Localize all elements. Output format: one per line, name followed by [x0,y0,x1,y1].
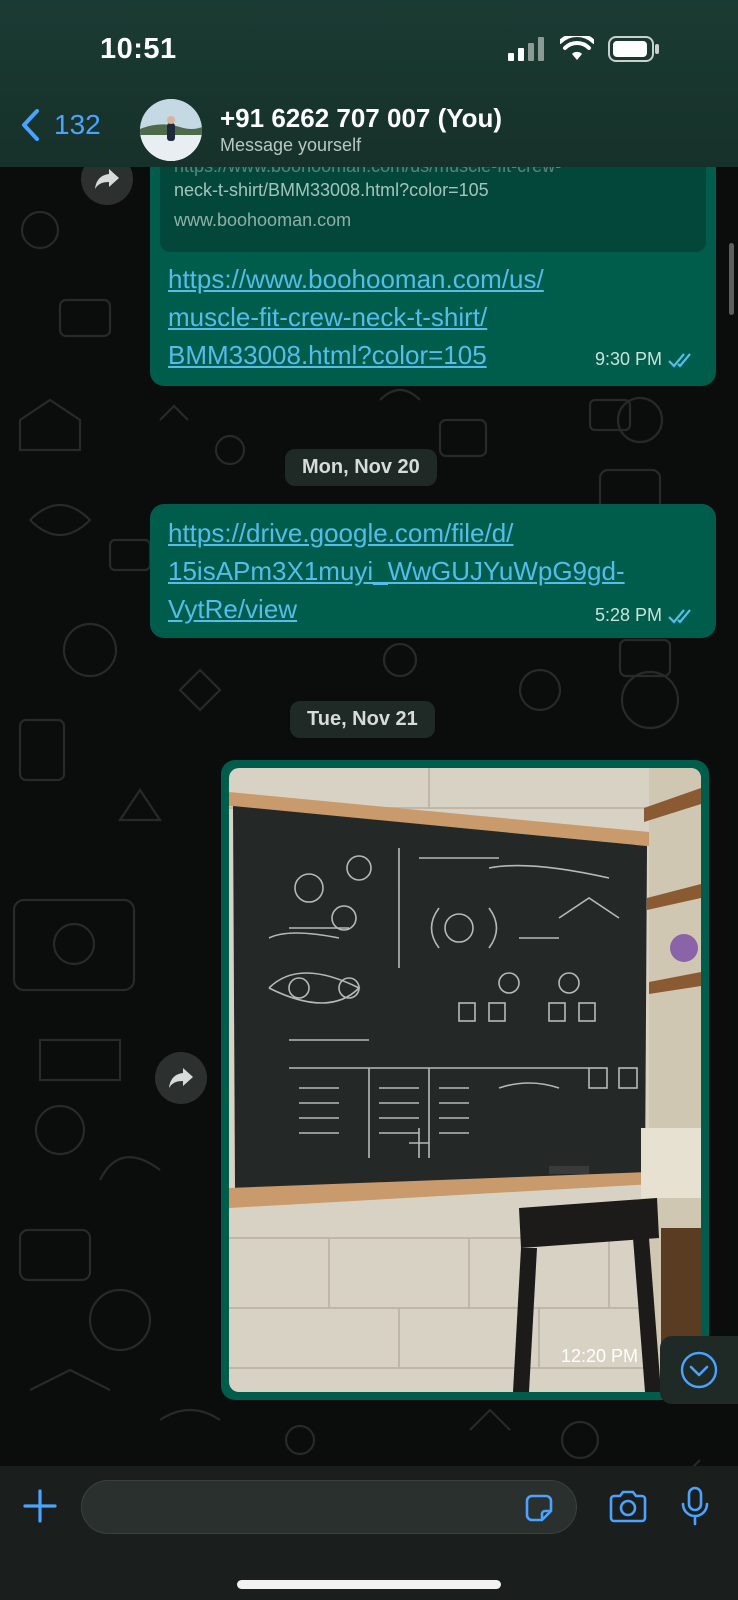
message-link[interactable]: https://www.boohooman.com/us/ muscle-fit… [168,260,544,374]
forward-icon [95,169,119,189]
composer-bar [0,1466,738,1600]
chat-header: 10:51 132 +91 6262 707 007 (You) Message… [0,0,738,167]
message-time: 5:28 PM [594,605,662,625]
status-icons [506,36,660,62]
scroll-to-bottom-button[interactable] [660,1336,738,1404]
message-time: 9:30 PM [594,349,662,369]
battery-icon [608,36,659,62]
message-input[interactable] [81,1480,577,1534]
unread-count: 132 [54,109,101,140]
scrollbar[interactable] [729,243,734,315]
read-ticks-icon [668,352,691,368]
chalkboard-photo[interactable] [229,768,701,1392]
message-meta: 5:28 PM [595,605,696,626]
message-bubble-image[interactable]: 12:20 PM [221,760,709,1400]
message-time: 12:20 PM [561,1346,639,1366]
sticker-button[interactable] [523,1492,555,1529]
signal-icon [508,37,544,61]
camera-button[interactable] [608,1490,648,1529]
home-indicator[interactable] [237,1580,501,1589]
date-chip: Mon, Nov 20 [285,449,437,486]
status-time: 10:51 [100,33,177,65]
wifi-icon [560,36,594,60]
preview-url-line-2: neck-t-shirt/BMM33008.html?color=105 [174,180,489,200]
contact-subtitle: Message yourself [220,135,362,155]
forward-button[interactable] [155,1052,207,1104]
message-bubble-link-1[interactable]: https://www.boohooman.com/us/muscle-fit-… [150,150,716,386]
chevron-left-icon [22,109,39,141]
message-bubble-link-2[interactable]: https://drive.google.com/file/d/ 15isAPm… [150,504,716,638]
microphone-icon [681,1486,709,1526]
back-button[interactable]: 132 [20,108,101,142]
sticker-icon [525,1494,553,1522]
preview-domain: www.boohooman.com [174,210,352,230]
microphone-button[interactable] [680,1486,710,1531]
plus-icon [23,1489,57,1523]
chevron-down-icon [680,1351,718,1389]
message-meta: 12:20 PM [561,1346,638,1367]
read-ticks-icon [668,608,691,624]
attach-button[interactable] [22,1488,58,1529]
message-link[interactable]: https://drive.google.com/file/d/ 15isAPm… [168,514,625,628]
avatar[interactable] [140,99,202,161]
message-meta: 9:30 PM [595,349,696,370]
forward-icon [169,1068,193,1088]
contact-name[interactable]: +91 6262 707 007 (You) [220,103,502,134]
camera-icon [609,1490,647,1523]
date-chip: Tue, Nov 21 [290,701,435,738]
